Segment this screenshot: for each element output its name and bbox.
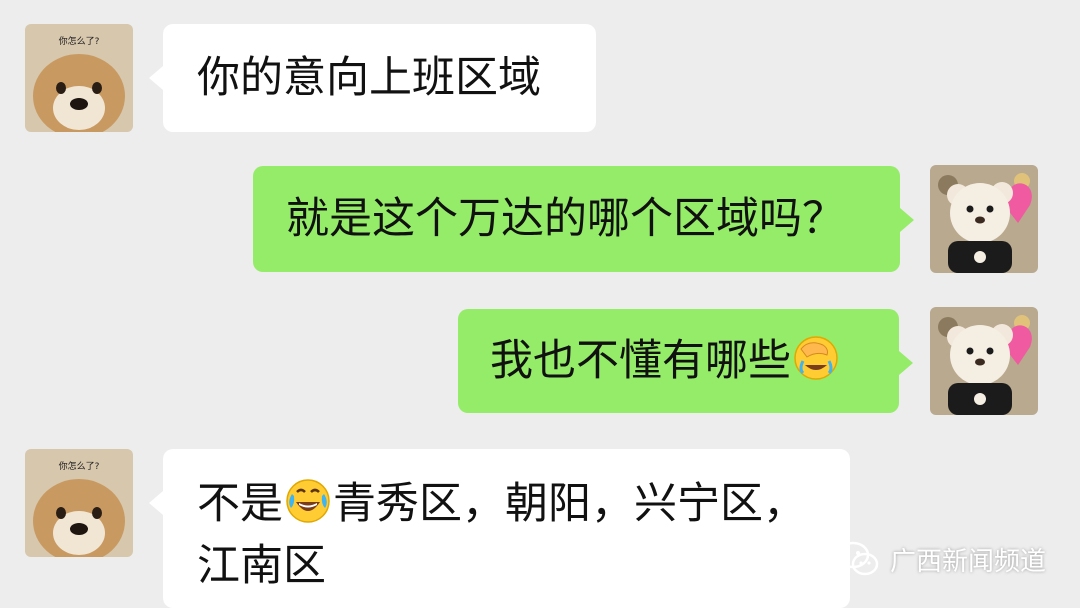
message-bubble-incoming[interactable]: 不是 青秀区，朝阳，兴宁区， 江南区 [149, 449, 850, 608]
shiba-dog-avatar[interactable]: 你怎么了? [25, 24, 133, 132]
watermark-text: 广西新闻频道 [889, 546, 1046, 577]
avatar-caption: 你怎么了? [59, 460, 100, 472]
message-bubble-outgoing[interactable]: 就是这个万达的哪个区域吗？ [253, 166, 914, 272]
message-text: 青秀区，朝阳，兴宁区， [333, 479, 806, 529]
message-text: 就是这个万达的哪个区域吗？ [286, 194, 845, 244]
message-bubble-incoming[interactable]: 你的意向上班区域 [149, 24, 596, 132]
watermark: 广西新闻频道 [836, 540, 1046, 578]
teddy-bear-avatar[interactable] [930, 165, 1038, 273]
message-text: 我也不懂有哪些 [490, 336, 791, 386]
message-text: 江南区 [197, 541, 326, 591]
shiba-dog-avatar[interactable]: 你怎么了? [25, 449, 133, 557]
tears-of-joy-emoji [285, 478, 331, 524]
facepalm-laugh-emoji [793, 335, 839, 381]
avatar-caption: 你怎么了? [59, 35, 100, 47]
wechat-channel-icon [836, 541, 879, 576]
message-line-2: 江南区 [197, 535, 850, 597]
message-line-1: 不是 青秀区，朝阳，兴宁区， [197, 473, 850, 535]
teddy-bear-avatar[interactable] [930, 307, 1038, 415]
message-text: 你的意向上班区域 [197, 53, 541, 103]
message-text: 不是 [197, 479, 283, 529]
message-bubble-outgoing[interactable]: 我也不懂有哪些 [458, 309, 913, 413]
